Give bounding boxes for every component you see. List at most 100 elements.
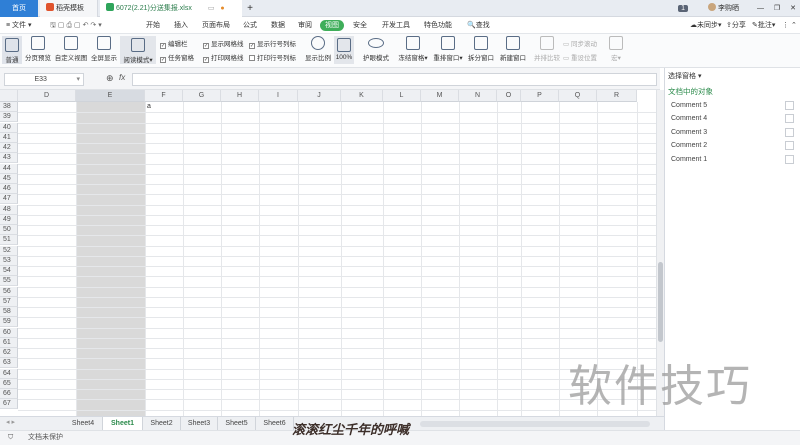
row-header-66[interactable]: 66 (0, 389, 18, 400)
visibility-toggle[interactable] (785, 154, 794, 164)
monitor-icon[interactable]: ▭ (208, 5, 215, 12)
row-header-54[interactable]: 54 (0, 266, 18, 277)
menu-start[interactable]: 开始 (146, 17, 160, 34)
row-header-38[interactable]: 38 (0, 102, 18, 113)
column-header-g[interactable]: G (183, 90, 221, 102)
reset-position-button[interactable]: ▭ 重设位置 (563, 52, 597, 62)
pane-item[interactable]: Comment 1 (668, 154, 796, 166)
menu-data[interactable]: 数据 (271, 17, 285, 34)
formula-input[interactable] (132, 73, 657, 86)
pane-item[interactable]: Comment 4 (668, 113, 796, 125)
zoom-button[interactable]: 显示比例 (304, 36, 332, 62)
split-window-button[interactable]: 拆分窗口 (466, 36, 496, 62)
quick-access-toolbar[interactable]: 🖫 ▢ ⎙ ▢ ↶ ↷ ▾ (50, 17, 102, 34)
menu-review[interactable]: 审阅 (298, 17, 312, 34)
row-header-63[interactable]: 63 (0, 358, 18, 369)
column-header-m[interactable]: M (421, 90, 459, 102)
macro-button[interactable]: 宏▾ (606, 36, 626, 62)
row-header-58[interactable]: 58 (0, 307, 18, 318)
fx-icon[interactable]: fx (119, 73, 125, 82)
column-header-j[interactable]: J (298, 90, 341, 102)
column-header-k[interactable]: K (341, 90, 383, 102)
minimize-icon[interactable]: — (757, 5, 764, 12)
page-break-preview-button[interactable]: 分页预览 (24, 36, 52, 62)
menu-formula[interactable]: 公式 (243, 17, 257, 34)
visibility-toggle[interactable] (785, 127, 794, 137)
column-header-q[interactable]: Q (559, 90, 597, 102)
column-header-p[interactable]: P (521, 90, 559, 102)
search-button[interactable]: 🔍查找 (467, 17, 490, 34)
column-header-l[interactable]: L (383, 90, 421, 102)
row-header-65[interactable]: 65 (0, 378, 18, 389)
column-header-e[interactable]: E (76, 90, 145, 102)
eye-protection-button[interactable]: 护眼模式 (360, 36, 392, 62)
row-header-43[interactable]: 43 (0, 153, 18, 164)
name-box[interactable]: E33 ▾ (4, 73, 84, 86)
protection-status[interactable]: 文档未保护 (28, 434, 63, 441)
zoom-100-button[interactable]: 100% (334, 36, 354, 64)
arrange-windows-button[interactable]: 重排窗口▾ (432, 36, 464, 62)
more-icon[interactable]: ⋮ ⌃ (782, 17, 797, 34)
column-header-h[interactable]: H (221, 90, 259, 102)
checkbox-show-headings[interactable]: ✓ 显示行号列标 (249, 38, 296, 49)
scrollbar-thumb[interactable] (658, 262, 663, 342)
row-header-56[interactable]: 56 (0, 286, 18, 297)
tab-home[interactable]: 首页 (0, 0, 38, 17)
row-header-67[interactable]: 67 (0, 399, 18, 410)
row-header-42[interactable]: 42 (0, 143, 18, 154)
visibility-toggle[interactable] (785, 141, 794, 151)
row-header-60[interactable]: 60 (0, 327, 18, 338)
row-header-41[interactable]: 41 (0, 132, 18, 143)
close-icon[interactable]: ✕ (790, 5, 796, 12)
row-header-55[interactable]: 55 (0, 276, 18, 287)
sheet-tab-sheet5[interactable]: Sheet5 (218, 417, 256, 431)
row-header-40[interactable]: 40 (0, 122, 18, 133)
row-header-52[interactable]: 52 (0, 245, 18, 256)
new-window-button[interactable]: 新建窗口 (498, 36, 528, 62)
side-by-side-button[interactable]: 并排比较 (532, 36, 562, 62)
menu-view[interactable]: 视图 (320, 20, 344, 31)
row-header-61[interactable]: 61 (0, 337, 18, 348)
pane-item[interactable]: Comment 2 (668, 140, 796, 152)
tab-template[interactable]: 稻壳模板 (40, 0, 98, 17)
row-header-46[interactable]: 46 (0, 184, 18, 195)
zoom-formula-icon[interactable]: ⊕ (106, 73, 114, 84)
spreadsheet-grid[interactable]: DEFGHIJKLMNOPQR 38 39 40 41 42 43 44 45 46 47 48 49… (0, 90, 656, 416)
menu-features[interactable]: 特色功能 (424, 17, 452, 34)
file-menu[interactable]: ≡ 文件 ▾ (6, 17, 32, 34)
select-all-corner[interactable] (0, 90, 18, 102)
column-header-o[interactable]: O (497, 90, 521, 102)
new-tab-button[interactable]: + (244, 0, 256, 17)
visibility-toggle[interactable] (785, 114, 794, 124)
freeze-panes-button[interactable]: 冻结窗格▾ (397, 36, 429, 62)
cell-f38[interactable]: a (147, 103, 151, 110)
checkbox-show-gridlines[interactable]: ✓ 显示网格线 (203, 38, 244, 49)
row-header-39[interactable]: 39 (0, 112, 18, 123)
avatar[interactable] (708, 3, 717, 11)
pane-item[interactable]: Comment 3 (668, 127, 796, 139)
row-header-49[interactable]: 49 (0, 214, 18, 225)
sheet-tab-sheet2[interactable]: Sheet2 (143, 417, 181, 431)
row-header-62[interactable]: 62 (0, 348, 18, 359)
row-header-51[interactable]: 51 (0, 235, 18, 246)
visibility-toggle[interactable] (785, 101, 794, 110)
checkbox-task-pane[interactable]: ✓ 任务窗格 (160, 52, 194, 63)
normal-view-button[interactable]: 普通 (2, 36, 22, 64)
menu-layout[interactable]: 页面布局 (202, 17, 230, 34)
column-header-i[interactable]: I (259, 90, 298, 102)
sheet-tab-sheet6[interactable]: Sheet6 (256, 417, 294, 431)
user-name[interactable]: 李购晒 (718, 5, 739, 12)
row-header-45[interactable]: 45 (0, 173, 18, 184)
row-header-47[interactable]: 47 (0, 194, 18, 205)
column-header-d[interactable]: D (18, 90, 76, 102)
column-header-f[interactable]: F (145, 90, 183, 102)
row-header-50[interactable]: 50 (0, 225, 18, 236)
row-header-44[interactable]: 44 (0, 163, 18, 174)
custom-view-button[interactable]: 自定义视图 (54, 36, 88, 62)
comment-button[interactable]: ✎批注▾ (752, 17, 775, 34)
sheet-tab-sheet3[interactable]: Sheet3 (181, 417, 218, 431)
tab-file[interactable]: 6072(2.21)分送集报.xlsx ▭ ● (100, 0, 242, 17)
share-button[interactable]: ⇪分享 (726, 17, 746, 34)
checkbox-formula-bar[interactable]: ✓ 编辑栏 (160, 38, 188, 49)
reading-mode-button[interactable]: 阅读模式▾ (120, 36, 156, 64)
